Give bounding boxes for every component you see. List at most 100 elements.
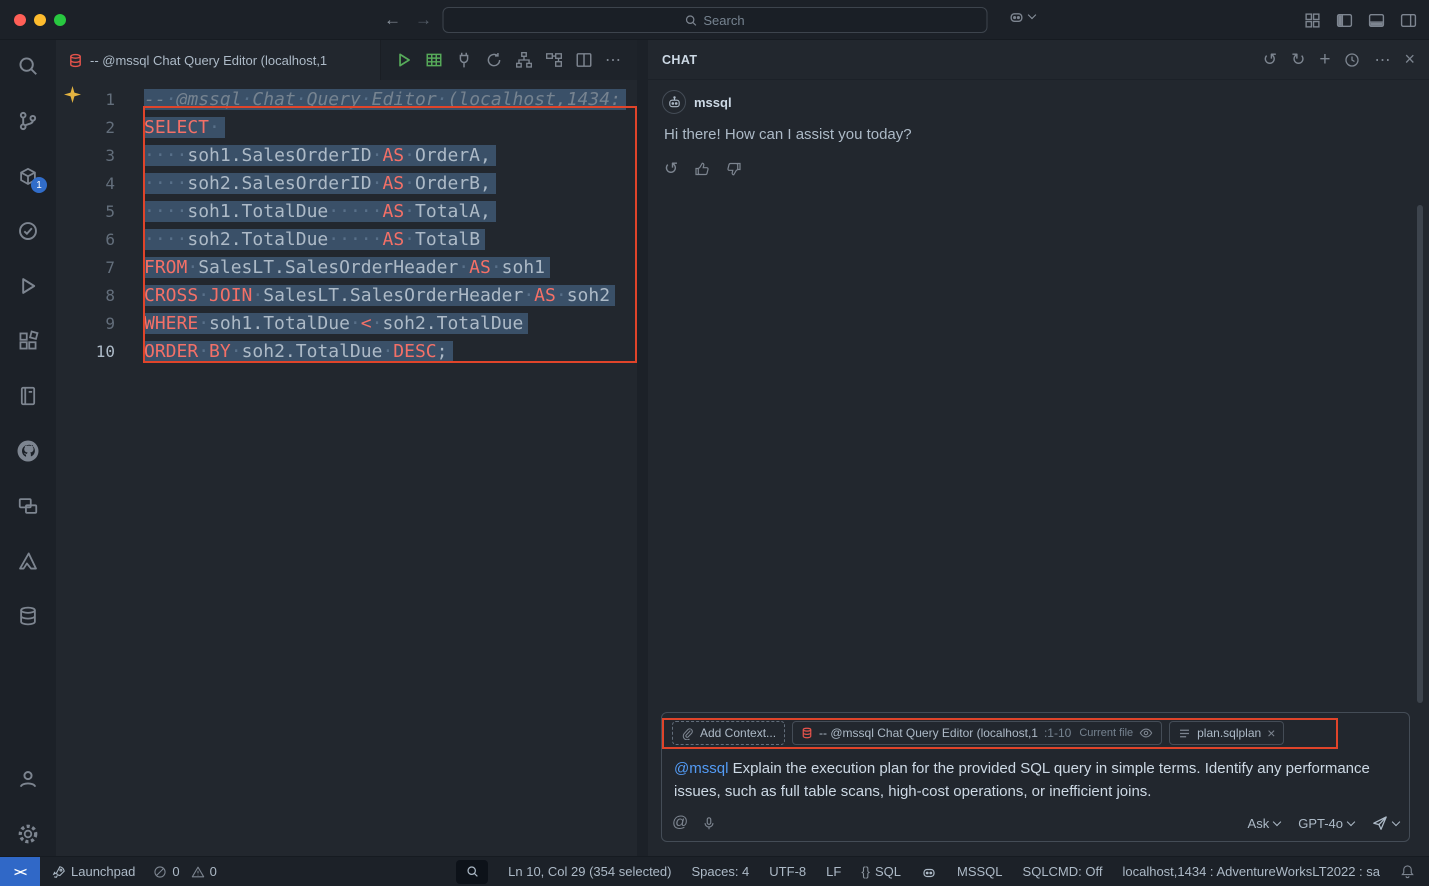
run-query-icon[interactable]	[395, 51, 413, 69]
send-button[interactable]	[1372, 815, 1399, 831]
database-file-icon	[68, 53, 83, 68]
search-placeholder: Search	[703, 13, 744, 28]
notifications-bell-icon[interactable]	[1400, 864, 1415, 879]
code-editor[interactable]: 1--·@mssql·Chat·Query·Editor·(localhost,…	[56, 80, 637, 856]
copilot-sparkle-icon[interactable]	[64, 86, 81, 103]
chevron-down-icon	[1347, 817, 1355, 825]
remove-chip-icon[interactable]: ×	[1267, 725, 1275, 741]
copilot-status-icon[interactable]	[921, 864, 937, 880]
chat-history-icon[interactable]	[1344, 52, 1360, 68]
connect-icon[interactable]	[455, 51, 473, 69]
account-icon[interactable]	[16, 767, 40, 791]
encoding[interactable]: UTF-8	[769, 864, 806, 879]
toggle-sidebar-left-icon[interactable]	[1336, 12, 1353, 29]
notebook-icon[interactable]	[16, 384, 40, 408]
eol-sequence[interactable]: LF	[826, 864, 841, 879]
chat-prompt-input[interactable]: @mssql Explain the execution plan for th…	[674, 757, 1397, 803]
plan-chip-label: plan.sqlplan	[1197, 726, 1261, 740]
file-list-icon	[1178, 727, 1191, 740]
settings-gear-icon[interactable]	[16, 822, 40, 846]
redo-request-icon[interactable]: ↻	[1291, 50, 1305, 70]
mode-dropdown[interactable]: Ask	[1248, 816, 1281, 831]
code-line[interactable]: 8CROSS·JOIN·SalesLT.SalesOrderHeader·AS·…	[56, 282, 637, 310]
code-line[interactable]: 2SELECT·	[56, 114, 637, 142]
tab-query-editor[interactable]: -- @mssql Chat Query Editor (localhost,1	[56, 40, 381, 80]
eye-icon[interactable]	[1139, 726, 1153, 740]
regenerate-icon[interactable]: ↺	[664, 159, 678, 179]
run-debug-icon[interactable]	[16, 274, 40, 298]
braces-icon: {}	[861, 864, 870, 879]
navigate-back-icon[interactable]: ←	[384, 10, 401, 30]
thumbs-up-icon[interactable]	[694, 159, 710, 179]
add-context-button[interactable]: Add Context...	[672, 721, 785, 745]
database-explorer-icon[interactable]	[16, 604, 40, 628]
search-sidebar-icon[interactable]	[16, 54, 40, 78]
estimated-plan-icon[interactable]	[515, 51, 533, 69]
thumbs-down-icon[interactable]	[726, 159, 742, 179]
minimize-window-button[interactable]	[34, 14, 46, 26]
chat-input-container[interactable]: Add Context... -- @mssql Chat Query Edit…	[661, 712, 1410, 842]
undo-request-icon[interactable]: ↺	[1263, 50, 1277, 70]
chat-panel-title: CHAT	[662, 53, 697, 67]
line-number: 7	[56, 254, 144, 282]
code-line[interactable]: 3····soh1.SalesOrderID·AS·OrderA,	[56, 142, 637, 170]
remote-indicator[interactable]: ><	[0, 857, 40, 886]
mention-icon[interactable]: @	[672, 814, 688, 832]
model-dropdown[interactable]: GPT-4o	[1298, 816, 1354, 831]
github-icon[interactable]	[16, 439, 40, 463]
maximize-window-button[interactable]	[54, 14, 66, 26]
chat-scrollbar[interactable]	[1417, 205, 1423, 703]
panel-sash[interactable]	[637, 40, 648, 856]
toggle-sidebar-right-icon[interactable]	[1400, 12, 1417, 29]
code-line[interactable]: 10ORDER·BY·soh2.TotalDue·DESC;	[56, 338, 637, 366]
copilot-menu[interactable]	[1008, 8, 1035, 25]
customize-layout-icon[interactable]	[1304, 12, 1321, 29]
language-mode[interactable]: {} SQL	[861, 864, 901, 879]
code-line[interactable]: 4····soh2.SalesOrderID·AS·OrderB,	[56, 170, 637, 198]
close-chat-icon[interactable]: ×	[1404, 49, 1415, 70]
paperclip-icon	[681, 727, 694, 740]
chat-more-icon[interactable]: ⋯	[1374, 50, 1390, 70]
split-editor-icon[interactable]	[575, 51, 593, 69]
query-plan-icon[interactable]	[545, 51, 563, 69]
context-chip-current-file[interactable]: -- @mssql Chat Query Editor (localhost,1…	[792, 721, 1162, 745]
new-chat-icon[interactable]: +	[1319, 49, 1330, 71]
microphone-icon[interactable]	[702, 816, 716, 831]
line-number: 5	[56, 198, 144, 226]
screencast-search-button[interactable]	[456, 860, 488, 884]
references-icon[interactable]: 1	[16, 164, 40, 188]
sqlcmd-status[interactable]: SQLCMD: Off	[1023, 864, 1103, 879]
launchpad-button[interactable]: Launchpad	[52, 864, 135, 879]
code-line[interactable]: 6····soh2.TotalDue·····AS·TotalB	[56, 226, 637, 254]
toggle-panel-icon[interactable]	[1368, 12, 1385, 29]
results-grid-icon[interactable]	[425, 51, 443, 69]
more-actions-icon[interactable]: ⋯	[605, 50, 621, 70]
code-line[interactable]: 7FROM·SalesLT.SalesOrderHeader·AS·soh1	[56, 254, 637, 282]
mssql-status[interactable]: MSSQL	[957, 864, 1003, 879]
code-line[interactable]: 1--·@mssql·Chat·Query·Editor·(localhost,…	[56, 86, 637, 114]
tab-bar: -- @mssql Chat Query Editor (localhost,1	[56, 40, 637, 80]
mode-label: Ask	[1248, 816, 1270, 831]
navigate-forward-icon[interactable]: →	[415, 10, 432, 30]
problems-button[interactable]: 0 0	[153, 864, 216, 879]
code-line[interactable]: 5····soh1.TotalDue·····AS·TotalA,	[56, 198, 637, 226]
connection-status[interactable]: localhost,1434 : AdventureWorksLT2022 : …	[1122, 864, 1380, 879]
azure-icon[interactable]	[16, 549, 40, 573]
code-line[interactable]: 9WHERE·soh1.TotalDue·<·soh2.TotalDue	[56, 310, 637, 338]
change-connection-icon[interactable]	[485, 51, 503, 69]
indentation[interactable]: Spaces: 4	[691, 864, 749, 879]
context-chip-plan-file[interactable]: plan.sqlplan ×	[1169, 721, 1284, 745]
chevron-down-icon	[1273, 817, 1281, 825]
check-circle-icon[interactable]	[16, 219, 40, 243]
line-number: 8	[56, 282, 144, 310]
close-window-button[interactable]	[14, 14, 26, 26]
message-text: Hi there! How can I assist you today?	[664, 126, 1415, 143]
line-number: 10	[56, 338, 144, 366]
remote-explorer-icon[interactable]	[16, 494, 40, 518]
cursor-position[interactable]: Ln 10, Col 29 (354 selected)	[508, 864, 671, 879]
warning-count: 0	[210, 864, 217, 879]
command-center-search[interactable]: Search	[442, 7, 987, 33]
window-controls[interactable]	[14, 14, 66, 26]
source-control-icon[interactable]	[16, 109, 40, 133]
extensions-icon[interactable]	[16, 329, 40, 353]
